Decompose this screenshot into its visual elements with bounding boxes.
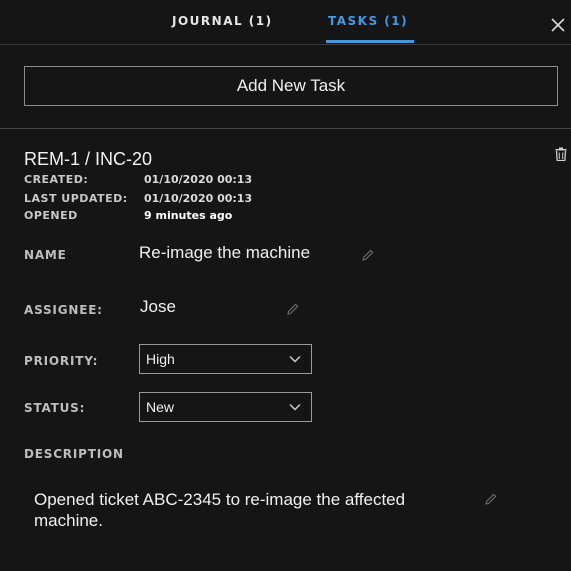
task-panel: JOURNAL (1) TASKS (1) Add New Task REM-1… xyxy=(0,0,571,571)
edit-description-button[interactable] xyxy=(484,492,498,506)
trash-icon xyxy=(555,147,567,162)
assignee-label: ASSIGNEE: xyxy=(24,303,103,317)
description-label: DESCRIPTION xyxy=(24,447,124,461)
opened-label: OPENED xyxy=(24,209,78,222)
active-tab-indicator xyxy=(326,40,414,43)
tab-bar: JOURNAL (1) TASKS (1) xyxy=(0,0,571,45)
add-new-task-button[interactable]: Add New Task xyxy=(24,66,558,106)
section-divider xyxy=(0,128,571,129)
status-select[interactable]: New xyxy=(139,392,312,422)
close-icon xyxy=(551,18,565,32)
pencil-icon xyxy=(287,303,299,315)
close-button[interactable] xyxy=(550,14,566,34)
priority-label: PRIORITY: xyxy=(24,354,99,368)
created-label: CREATED: xyxy=(24,173,89,186)
status-label: STATUS: xyxy=(24,401,86,415)
opened-value: 9 minutes ago xyxy=(144,209,233,222)
priority-selected-value: High xyxy=(146,351,175,367)
description-value[interactable]: Opened ticket ABC-2345 to re-image the a… xyxy=(34,489,434,531)
status-selected-value: New xyxy=(146,399,175,415)
edit-name-button[interactable] xyxy=(361,248,375,262)
pencil-icon xyxy=(485,493,497,505)
created-value: 01/10/2020 00:13 xyxy=(144,173,253,186)
chevron-down-icon xyxy=(289,404,301,411)
edit-assignee-button[interactable] xyxy=(286,302,300,316)
last-updated-label: LAST UPDATED: xyxy=(24,192,128,205)
task-id: REM-1 / INC-20 xyxy=(24,149,153,169)
tab-journal[interactable]: JOURNAL (1) xyxy=(172,14,273,28)
chevron-down-icon xyxy=(289,356,301,363)
priority-select[interactable]: High xyxy=(139,344,312,374)
pencil-icon xyxy=(362,249,374,261)
assignee-value[interactable]: Jose xyxy=(140,297,176,317)
tab-tasks[interactable]: TASKS (1) xyxy=(328,14,408,28)
last-updated-value: 01/10/2020 00:13 xyxy=(144,192,253,205)
name-label: NAME xyxy=(24,248,67,262)
task-name-value[interactable]: Re-image the machine xyxy=(139,243,310,263)
delete-task-button[interactable] xyxy=(555,147,567,162)
